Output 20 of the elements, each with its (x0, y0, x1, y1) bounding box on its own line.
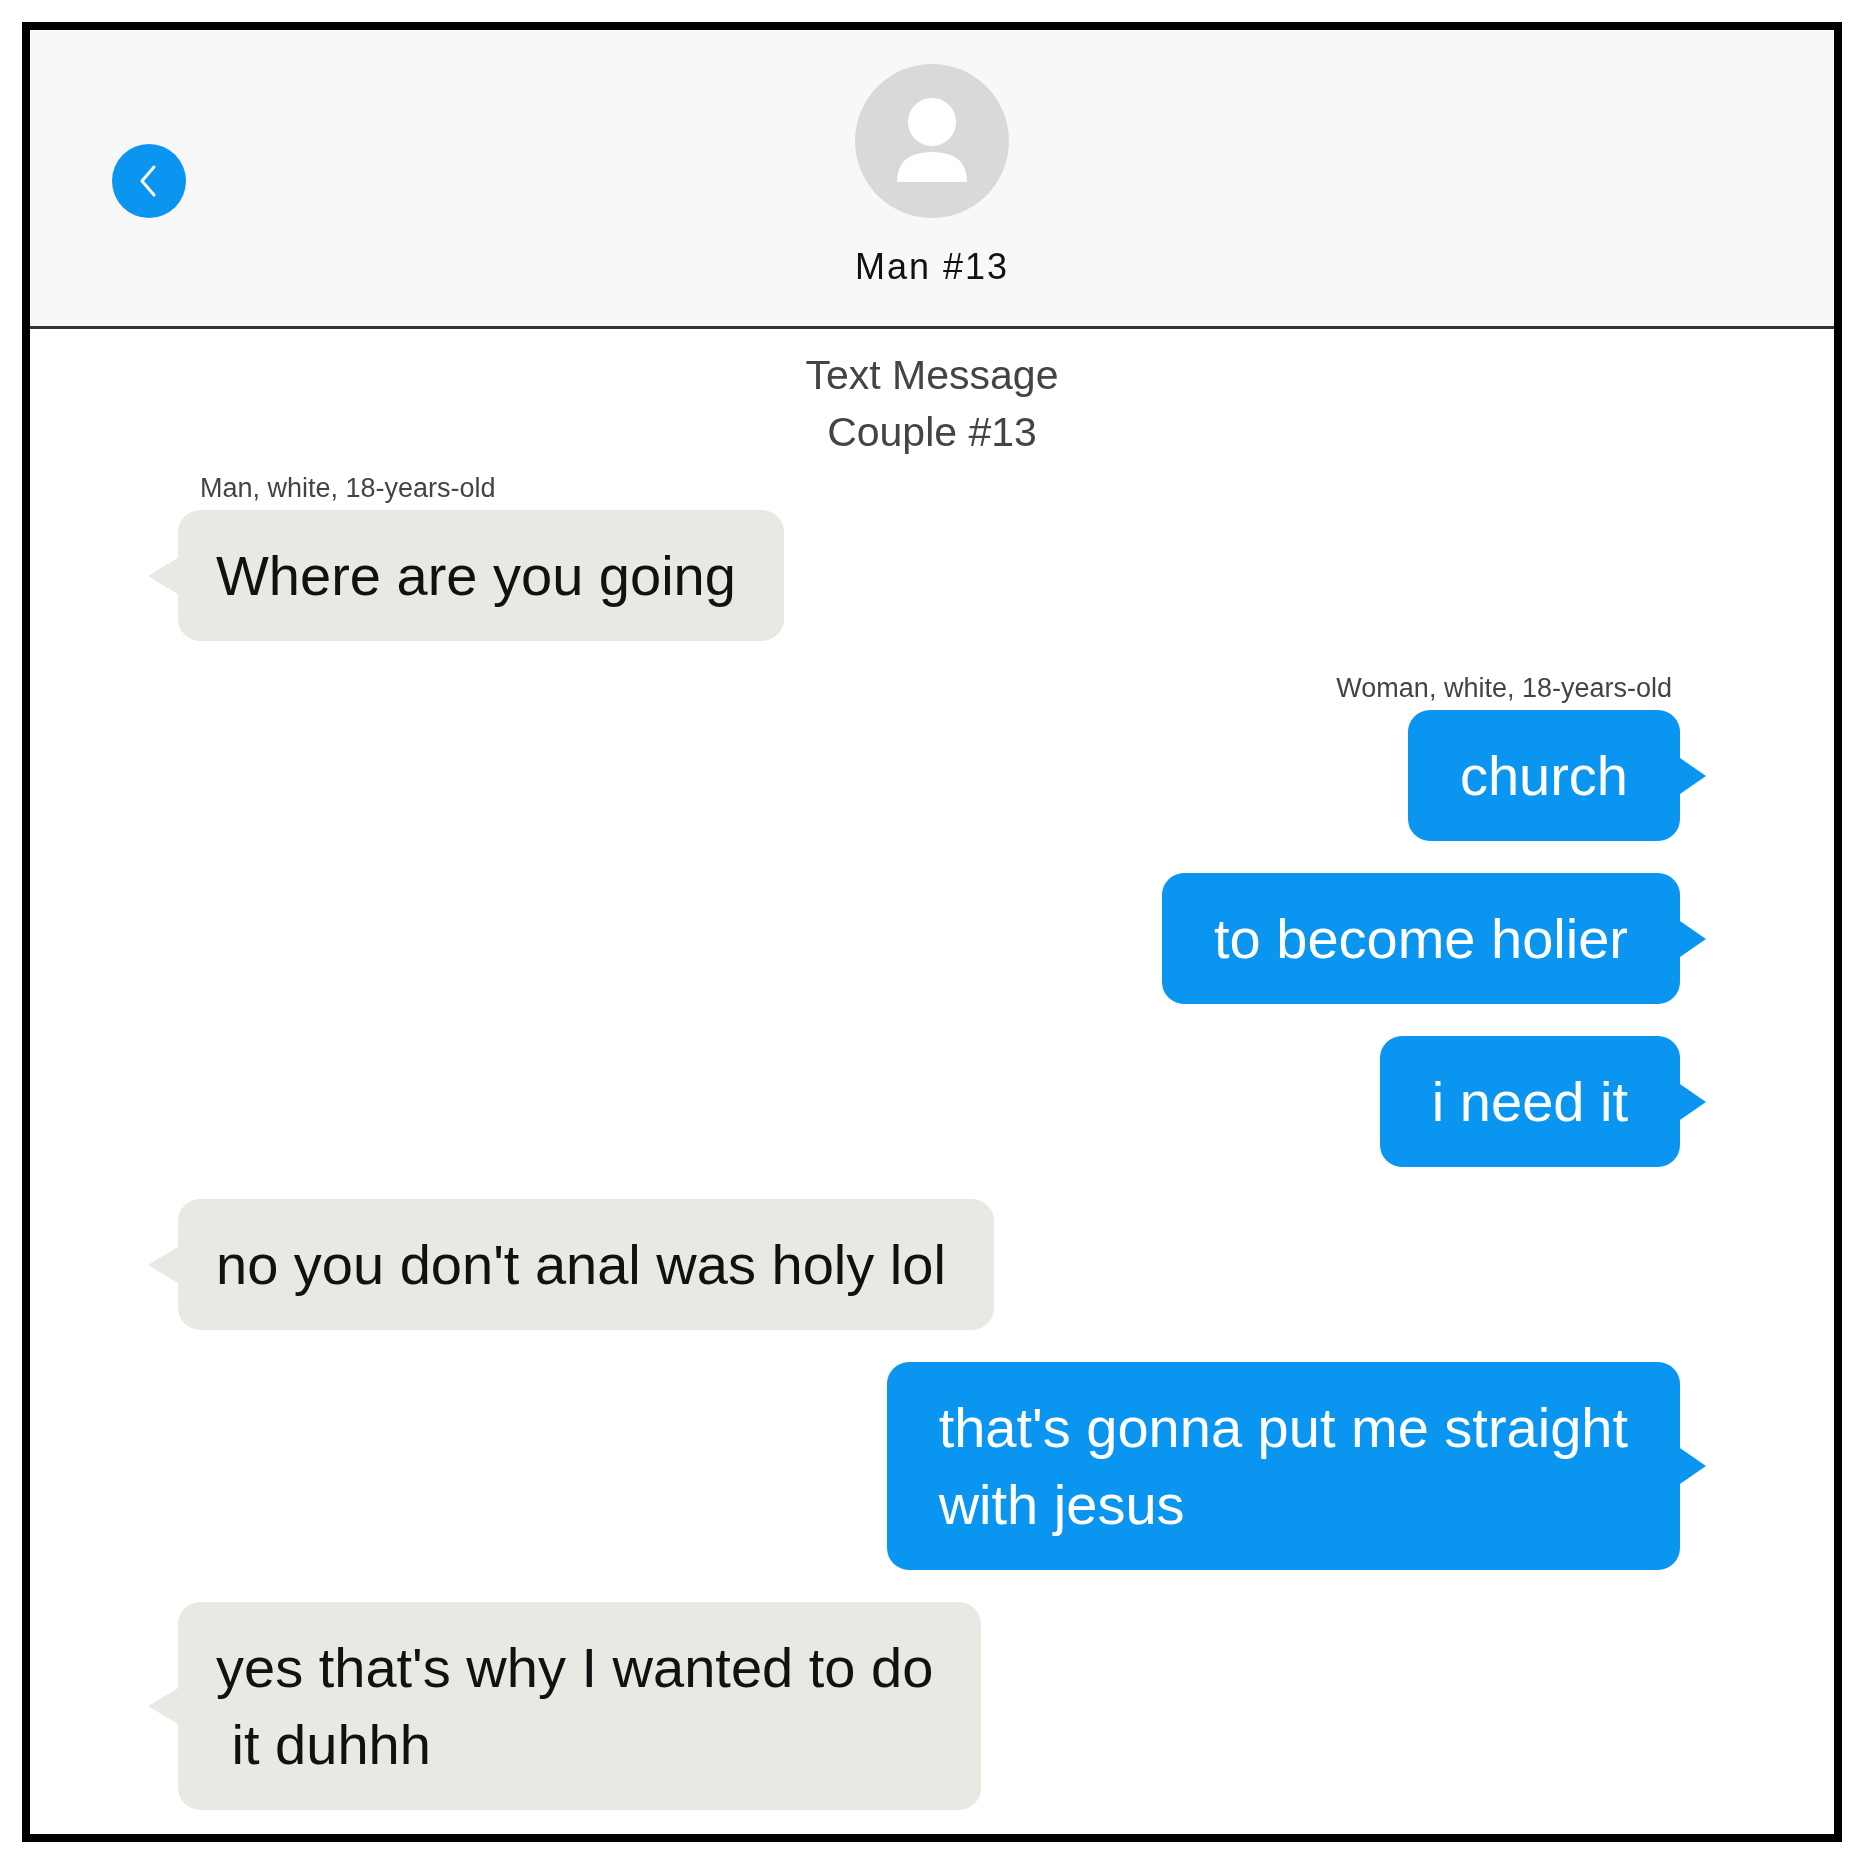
contact-name: Man #13 (854, 246, 1010, 288)
message-bubble: to become holier (1162, 873, 1680, 1004)
bubble-tail-icon (1680, 1083, 1706, 1120)
sender-label: Man, white, 18-years-old (200, 473, 496, 504)
message-bubble: Where are you going (178, 510, 784, 641)
bubble-tail-icon (148, 1688, 178, 1724)
avatar-icon (855, 64, 1009, 218)
message-bubble: that's gonna put me straight with jesus (886, 1362, 1680, 1570)
bubble-tail-icon (1680, 920, 1706, 957)
message-bubble: church (1407, 710, 1680, 841)
conversation-title: Couple #13 (827, 408, 1037, 457)
bubble-tail-icon (148, 1246, 178, 1283)
conversation-title: Text Message (805, 351, 1059, 400)
message-bubble: no you don't anal was holy lol (178, 1199, 994, 1330)
bubble-tail-icon (148, 557, 178, 594)
message-bubble: i need it (1379, 1036, 1680, 1167)
message-bubble: yes that's why I wanted to do it duhhh (178, 1602, 982, 1810)
bubble-tail-icon (1680, 1448, 1706, 1484)
sender-label: Woman, white, 18-years-old (1336, 673, 1672, 704)
bubble-tail-icon (1680, 757, 1706, 794)
